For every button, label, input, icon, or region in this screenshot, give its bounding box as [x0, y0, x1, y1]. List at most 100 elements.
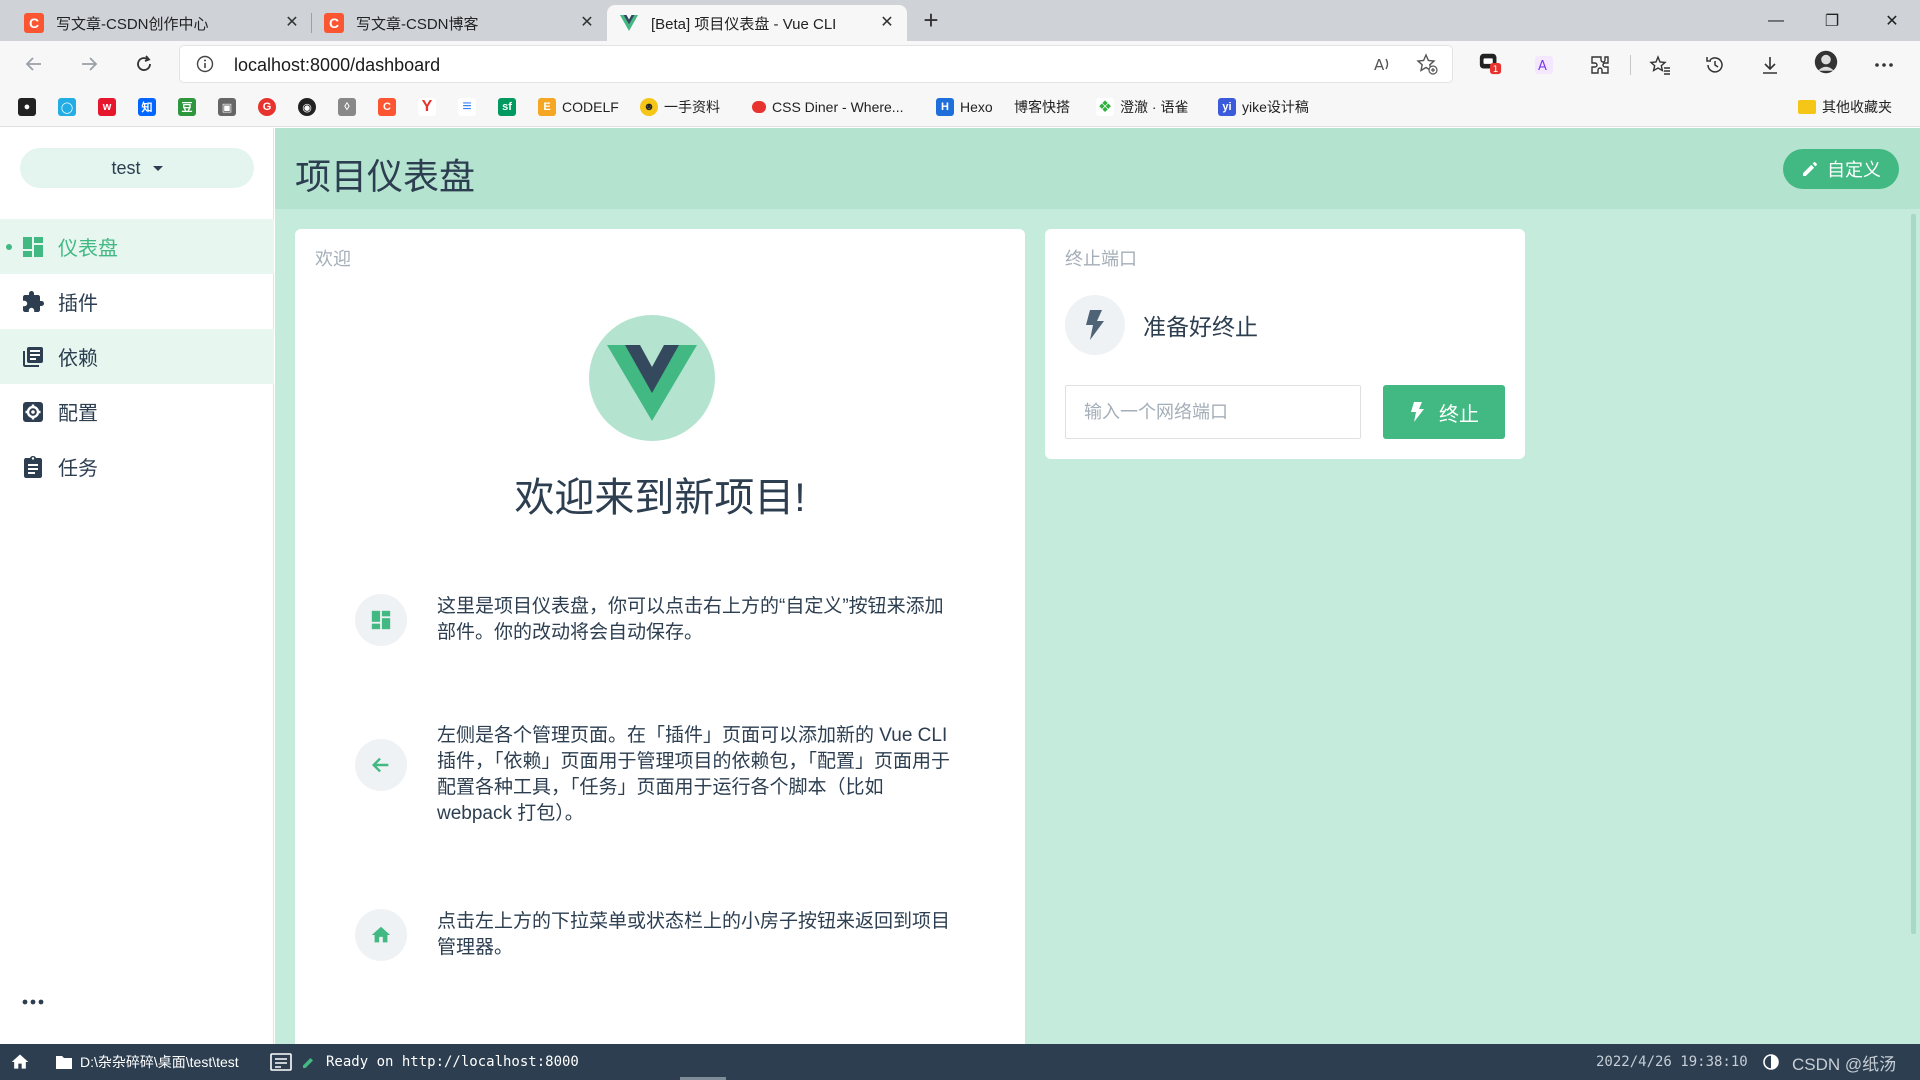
bookmark-yike[interactable]: yi yike设计稿 [1218, 95, 1309, 119]
info-icon[interactable] [196, 55, 214, 73]
port-input[interactable] [1065, 385, 1361, 439]
window-close-icon[interactable]: ✕ [1864, 0, 1920, 41]
bookmark-label: 博客快搭 [1014, 99, 1070, 115]
browser-tab-csdn-editor[interactable]: C 写文章-CSDN创作中心 ✕ [12, 5, 312, 41]
customize-button[interactable]: 自定义 [1783, 149, 1899, 189]
new-tab-icon[interactable]: + [918, 7, 944, 34]
sidebar: test 仪表盘 插件 依赖 配置 任务 [0, 128, 274, 1044]
tip-text: 左侧是各个管理页面。在「插件」页面可以添加新的 Vue CLI 插件，「依赖」页… [437, 725, 951, 824]
bookmark-misc[interactable]: ◊ [338, 95, 362, 119]
more-menu-icon[interactable] [1872, 53, 1896, 77]
contrast-icon [1763, 1054, 1779, 1070]
url-text[interactable]: localhost:8000/dashboard [234, 55, 440, 76]
bookmark-layers[interactable]: ≡ [458, 95, 482, 119]
css-diner-icon [752, 101, 766, 113]
segmentfault-icon: sf [498, 98, 516, 116]
back-icon[interactable] [18, 48, 50, 80]
sidebar-item-label: 仪表盘 [58, 238, 118, 260]
bookmark-label: CODELF [562, 99, 619, 115]
page-title: 项目仪表盘 [295, 156, 476, 197]
tab-title: [Beta] 项目仪表盘 - Vue CLI [651, 15, 837, 33]
bookmark-github[interactable]: ◉ [298, 95, 322, 119]
home-button[interactable] [10, 1044, 30, 1080]
clock-text: 2022/4/26 19:38:10 [1596, 1054, 1748, 1070]
image-icon: ▣ [218, 98, 236, 116]
github-icon: ◉ [298, 98, 316, 116]
sidebar-item-dependencies[interactable]: 依赖 [0, 329, 274, 384]
sidebar-item-configuration[interactable]: 配置 [0, 384, 274, 439]
translate-icon[interactable]: A [1532, 53, 1556, 77]
bookmark-hexo[interactable]: H Hexo [936, 95, 993, 119]
more-icon[interactable] [21, 998, 45, 1006]
scrollbar[interactable] [1911, 214, 1916, 934]
bookmark-g[interactable]: G [258, 95, 282, 119]
close-icon[interactable]: ✕ [579, 15, 595, 31]
bookmark-icon: ◊ [338, 98, 356, 116]
close-icon[interactable]: ✕ [284, 15, 300, 31]
browser-tab-csdn-blog[interactable]: C 写文章-CSDN博客 ✕ [312, 5, 607, 41]
folder-icon [56, 1056, 72, 1069]
forward-icon[interactable] [73, 48, 105, 80]
minimize-icon[interactable]: — [1748, 0, 1804, 41]
extension-badge: 1 [1493, 64, 1499, 75]
bookmark-label: 澄澈 · 语雀 [1120, 99, 1189, 115]
bookmark-bilibili[interactable]: ◯ [58, 95, 82, 119]
tip-text: 这里是项目仪表盘，你可以点击右上方的“自定义”按钮来添加部件。你的改动将会自动保… [437, 596, 944, 643]
main-content: 项目仪表盘 自定义 欢迎 欢迎来到新项目! 这里是项目仪表盘，你可以点击右上方的… [275, 128, 1920, 1049]
bookmark-segmentfault[interactable]: sf [498, 95, 522, 119]
sidebar-item-tasks[interactable]: 任务 [0, 439, 274, 494]
watermark: CSDN @纸汤 [1792, 1054, 1897, 1074]
sidebar-item-label: 插件 [58, 293, 98, 315]
add-favorite-icon[interactable] [1416, 53, 1438, 75]
settings-icon [20, 399, 46, 425]
project-selector[interactable]: test [20, 148, 254, 188]
zhihu-icon: 知 [138, 98, 156, 116]
bookmark-css-diner[interactable]: CSS Diner - Where... [752, 95, 903, 119]
puzzle-icon [20, 289, 46, 315]
log-message: Ready on http://localhost:8000 [326, 1054, 579, 1070]
console-log[interactable]: Ready on http://localhost:8000 [270, 1044, 579, 1080]
bookmark-codelf[interactable]: E CODELF [538, 95, 619, 119]
pencil-icon [1803, 161, 1818, 176]
bookmark-github-cat[interactable]: ● [18, 95, 42, 119]
layers-icon: ≡ [458, 98, 476, 116]
extension-icon[interactable]: 1 [1478, 51, 1502, 75]
active-indicator [6, 244, 12, 250]
browser-tab-vue-cli[interactable]: [Beta] 项目仪表盘 - Vue CLI ✕ [607, 5, 907, 41]
widget-title: 欢迎 [315, 249, 351, 269]
reload-icon[interactable] [128, 48, 160, 80]
bookmark-y[interactable]: Y [418, 95, 442, 119]
tab-title: 写文章-CSDN博客 [356, 15, 479, 33]
github-cat-icon: ● [18, 98, 36, 116]
bookmark-zhihu[interactable]: 知 [138, 95, 162, 119]
bookmark-douban[interactable]: 豆 [178, 95, 202, 119]
kill-button[interactable]: 终止 [1383, 385, 1505, 439]
theme-toggle[interactable] [1762, 1044, 1780, 1080]
favorites-icon[interactable] [1648, 53, 1672, 77]
bookmark-csdn[interactable]: C [378, 95, 402, 119]
close-icon[interactable]: ✕ [879, 15, 895, 31]
bookmark-weibo[interactable]: w [98, 95, 122, 119]
download-icon[interactable] [1758, 53, 1782, 77]
project-path[interactable]: D:\杂杂碎碎\桌面\test\test [54, 1044, 239, 1080]
csdn-icon: C [324, 13, 344, 33]
tip-text: 点击左上方的下拉菜单或状态栏上的小房子按钮来返回到项目管理器。 [437, 911, 951, 958]
yike-icon: yi [1218, 98, 1236, 116]
bookmark-image[interactable]: ▣ [218, 95, 242, 119]
sidebar-item-dashboard[interactable]: 仪表盘 [0, 219, 274, 274]
bookmark-label: 其他收藏夹 [1822, 99, 1892, 115]
extensions-puzzle-icon[interactable] [1588, 53, 1612, 77]
sidebar-item-plugins[interactable]: 插件 [0, 274, 274, 329]
bookmark-blog-quick[interactable]: 博客快搭 [1014, 95, 1070, 119]
profile-avatar[interactable] [1814, 50, 1838, 74]
history-icon[interactable] [1703, 53, 1727, 77]
sidebar-item-label: 依赖 [58, 348, 98, 370]
restore-icon[interactable]: ❐ [1804, 0, 1860, 41]
read-aloud-icon[interactable]: A [1372, 53, 1394, 75]
bookmark-other-folder[interactable]: 其他收藏夹 [1798, 95, 1892, 119]
address-bar[interactable]: localhost:8000/dashboard A [180, 46, 1452, 82]
bilibili-icon: ◯ [58, 98, 76, 116]
bookmark-yuque[interactable]: ❖ 澄澈 · 语雀 [1096, 95, 1188, 119]
bookmark-yishou[interactable]: ☻ 一手资料 [640, 95, 720, 119]
home-icon [11, 1054, 29, 1069]
